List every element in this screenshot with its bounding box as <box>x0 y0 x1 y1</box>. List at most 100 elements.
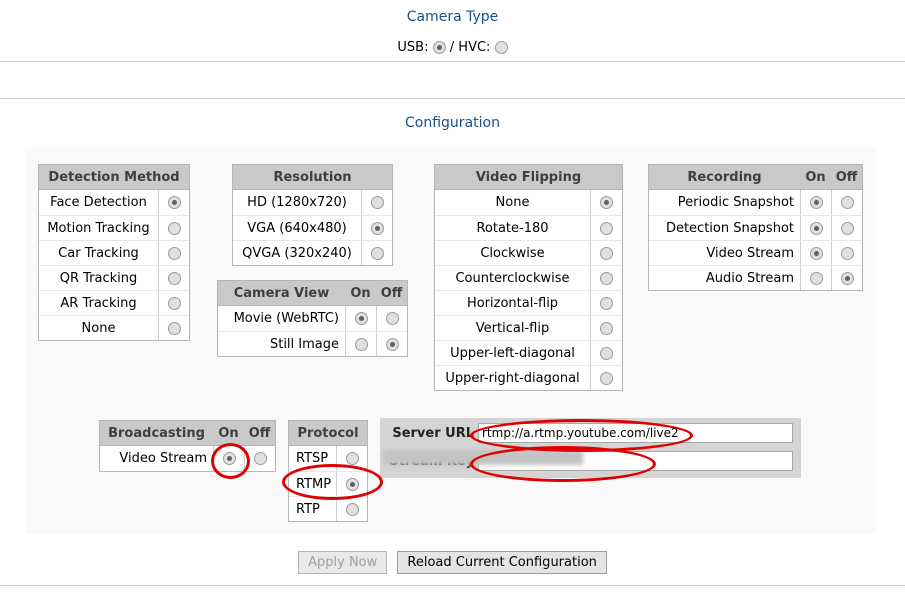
stream-key-input[interactable] <box>478 451 793 471</box>
recording-item-on-radio[interactable] <box>809 196 823 209</box>
camera-view-header: Camera View On Off <box>218 281 407 305</box>
video-flipping-item-radio-cell[interactable] <box>590 316 622 340</box>
protocol-item-radio-cell[interactable] <box>336 497 367 521</box>
resolution-item-label: HD (1280x720) <box>247 195 347 210</box>
protocol-item-radio[interactable] <box>345 452 359 465</box>
broadcasting-body: Video Stream <box>100 445 275 471</box>
detection-method-item-radio-cell[interactable] <box>158 266 189 290</box>
recording-item-off-radio[interactable] <box>840 196 854 209</box>
table-row: RTMP <box>289 471 367 496</box>
resolution-item-label: QVGA (320x240) <box>242 245 352 261</box>
table-row: Movie (WebRTC) <box>218 306 407 331</box>
detection-method-item-radio-cell[interactable] <box>158 316 189 340</box>
video-flipping-item-radio[interactable] <box>600 196 613 209</box>
video-flipping-item-radio[interactable] <box>600 246 613 260</box>
detection-method-item-radio-cell[interactable] <box>158 291 189 315</box>
video-flipping-item-radio[interactable] <box>600 321 613 335</box>
usb-radio[interactable] <box>432 41 446 54</box>
broadcasting-item-label: Video Stream <box>119 451 207 466</box>
protocol-item-radio-cell[interactable] <box>336 472 367 496</box>
video-flipping-item-radio-cell[interactable] <box>590 266 622 290</box>
detection-method-item-radio-cell[interactable] <box>158 241 189 265</box>
table-row: Periodic Snapshot <box>649 190 862 215</box>
detection-method-item-radio[interactable] <box>167 196 181 209</box>
recording-item-on-cell[interactable] <box>800 216 831 240</box>
recording-item-on-radio[interactable] <box>809 221 823 235</box>
detection-method-item-radio[interactable] <box>167 221 181 235</box>
detection-method-item-radio-cell[interactable] <box>158 190 189 215</box>
camera-view-item-off-radio[interactable] <box>385 337 399 351</box>
protocol-item-label: RTSP <box>296 451 329 466</box>
video-flipping-item-radio-cell[interactable] <box>590 241 622 265</box>
detection-method-item-radio[interactable] <box>167 296 181 310</box>
camera-view-item-on-cell[interactable] <box>345 332 376 356</box>
recording-item-off-radio[interactable] <box>840 246 854 260</box>
detection-method-item-label: Face Detection <box>50 195 147 210</box>
hvc-radio[interactable] <box>494 41 508 54</box>
broadcasting-item-on-cell[interactable] <box>213 446 244 471</box>
resolution-body: HD (1280x720) VGA (640x480) QVGA (320x240) <box>233 189 392 265</box>
resolution-item-radio[interactable] <box>370 246 384 260</box>
detection-method-table: Detection Method Face Detection Motion Tr… <box>38 164 190 341</box>
recording-item-off-radio[interactable] <box>840 271 854 285</box>
video-flipping-table: Video Flipping None Rotate-180 Clockwise Co… <box>434 164 623 391</box>
recording-item-on-cell[interactable] <box>800 190 831 215</box>
table-row: Still Image <box>218 331 407 356</box>
table-row: Counterclockwise <box>435 265 622 290</box>
detection-method-item-label: Car Tracking <box>58 245 139 261</box>
protocol-item-radio[interactable] <box>345 502 359 516</box>
video-flipping-item-radio[interactable] <box>600 346 613 360</box>
video-flipping-item-radio[interactable] <box>600 296 613 310</box>
video-flipping-item-radio-cell[interactable] <box>590 291 622 315</box>
video-flipping-item-radio[interactable] <box>600 221 613 235</box>
camera-view-item-on-radio[interactable] <box>354 337 368 351</box>
usb-label: USB: <box>397 40 429 55</box>
table-row: QR Tracking <box>39 265 189 290</box>
video-flipping-item-radio-cell[interactable] <box>590 341 622 365</box>
server-url-input[interactable] <box>478 423 793 443</box>
camera-view-item-off-cell[interactable] <box>376 332 407 356</box>
recording-item-on-cell[interactable] <box>800 266 831 290</box>
video-flipping-item-radio-cell[interactable] <box>590 216 622 240</box>
resolution-item-radio[interactable] <box>370 196 384 209</box>
recording-item-on-radio[interactable] <box>809 246 823 260</box>
broadcasting-item-on-radio[interactable] <box>222 452 236 465</box>
protocol-item-radio[interactable] <box>345 477 359 491</box>
resolution-item-radio[interactable] <box>370 221 384 235</box>
apply-now-button[interactable]: Apply Now <box>298 551 388 574</box>
reload-configuration-button[interactable]: Reload Current Configuration <box>397 551 607 574</box>
recording-item-off-cell[interactable] <box>831 216 862 240</box>
video-flipping-item-radio[interactable] <box>600 371 613 385</box>
camera-view-item-on-cell[interactable] <box>345 306 376 331</box>
broadcasting-item-off-radio[interactable] <box>253 452 267 465</box>
recording-header: Recording On Off <box>649 165 862 189</box>
recording-item-off-cell[interactable] <box>831 241 862 265</box>
broadcasting-item-off-cell[interactable] <box>244 446 275 471</box>
detection-method-item-radio[interactable] <box>167 321 181 335</box>
video-flipping-item-radio-cell[interactable] <box>590 190 622 215</box>
protocol-item-radio-cell[interactable] <box>336 446 367 471</box>
resolution-item-radio-cell[interactable] <box>361 216 392 240</box>
detection-method-item-radio[interactable] <box>167 271 181 285</box>
camera-view-table: Camera View On Off Movie (WebRTC) Still I… <box>217 280 408 357</box>
resolution-item-radio-cell[interactable] <box>361 190 392 215</box>
detection-method-item-radio-cell[interactable] <box>158 216 189 240</box>
detection-method-item-label: AR Tracking <box>60 295 137 311</box>
recording-item-off-radio[interactable] <box>840 221 854 235</box>
table-row: AR Tracking <box>39 290 189 315</box>
broadcasting-table: Broadcasting On Off Video Stream <box>99 420 276 472</box>
video-flipping-item-radio-cell[interactable] <box>590 366 622 390</box>
video-flipping-body: None Rotate-180 Clockwise Counterclockwise H… <box>435 189 622 390</box>
recording-item-on-radio[interactable] <box>809 271 823 285</box>
recording-item-on-cell[interactable] <box>800 241 831 265</box>
recording-item-off-cell[interactable] <box>831 266 862 290</box>
video-flipping-item-radio[interactable] <box>600 271 613 285</box>
camera-view-item-off-cell[interactable] <box>376 306 407 331</box>
recording-item-off-cell[interactable] <box>831 190 862 215</box>
camera-view-item-off-radio[interactable] <box>385 312 399 325</box>
detection-method-header: Detection Method <box>39 165 189 189</box>
camera-view-item-label: Still Image <box>269 336 339 352</box>
detection-method-item-radio[interactable] <box>167 246 181 260</box>
resolution-item-radio-cell[interactable] <box>361 241 392 265</box>
camera-view-item-on-radio[interactable] <box>354 312 368 325</box>
